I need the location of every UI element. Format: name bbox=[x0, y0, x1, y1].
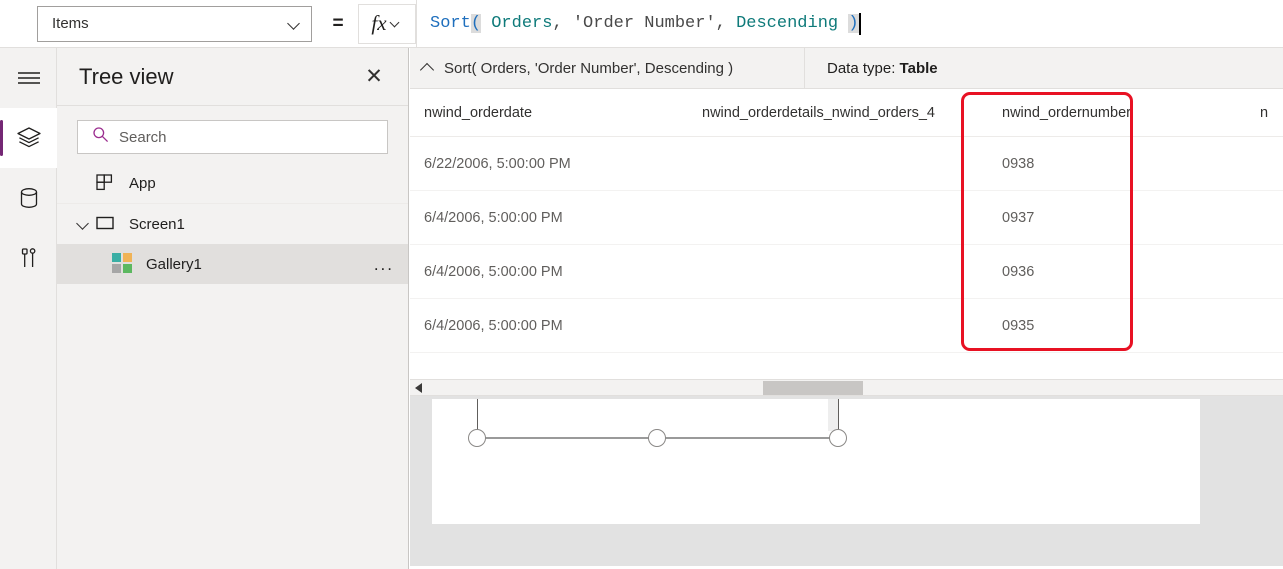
formula-token-6: , bbox=[715, 14, 737, 33]
result-table: nwind_orderdate nwind_orderdetails_nwind_… bbox=[410, 89, 1283, 379]
selection-guide-right bbox=[838, 399, 839, 431]
search-placeholder: Search bbox=[119, 128, 167, 146]
result-pane: Sort( Orders, 'Order Number', Descending… bbox=[410, 47, 1283, 569]
tree-item-label: Gallery1 bbox=[146, 255, 202, 273]
formula-token-3: Orders bbox=[491, 14, 553, 33]
property-selector[interactable]: Items bbox=[37, 5, 312, 42]
scrollbar-thumb[interactable] bbox=[763, 381, 863, 395]
search-container: Search bbox=[57, 106, 408, 164]
page-title: Tree view bbox=[79, 63, 174, 89]
insert-tools-icon bbox=[18, 246, 40, 270]
tree-item-gallery1[interactable]: Gallery1 ... bbox=[57, 244, 408, 284]
app-grid-icon bbox=[95, 173, 117, 195]
table-row[interactable]: 6/4/2006, 5:00:00 PM 0935 bbox=[410, 299, 1283, 353]
chevron-down-icon bbox=[391, 18, 403, 30]
tree-view-panel: Tree view ✕ Search App Screen1 Gallery1 … bbox=[57, 48, 409, 569]
table-cell: 6/4/2006, 5:00:00 PM bbox=[424, 317, 563, 334]
formula-token-8 bbox=[838, 14, 848, 33]
text-caret bbox=[858, 12, 861, 35]
left-icon-rail bbox=[0, 48, 57, 569]
formula-token-4: , bbox=[552, 14, 573, 33]
equals-sign: = bbox=[332, 12, 344, 34]
tree-item-screen1[interactable]: Screen1 bbox=[57, 204, 408, 244]
column-header[interactable]: nwind_orderdetails_nwind_orders_4 bbox=[702, 105, 980, 121]
tree-item-label: Screen1 bbox=[129, 215, 185, 233]
table-header-row: nwind_orderdate nwind_orderdetails_nwind_… bbox=[410, 89, 1283, 137]
formula-token-1: ( bbox=[470, 14, 482, 33]
function-icon: fx bbox=[371, 11, 387, 35]
table-cell: 6/22/2006, 5:00:00 PM bbox=[424, 155, 571, 172]
table-cell: 0936 bbox=[1002, 263, 1035, 280]
formula-text: Sort( Orders, 'Order Number', Descending… bbox=[430, 14, 859, 33]
search-icon bbox=[92, 126, 109, 148]
table-cell: 6/4/2006, 5:00:00 PM bbox=[424, 209, 563, 226]
hamburger-menu-icon bbox=[17, 70, 41, 86]
data-sources-icon bbox=[18, 186, 40, 210]
table-cell: 0938 bbox=[1002, 155, 1035, 172]
formula-token-2 bbox=[481, 14, 491, 33]
scroll-left-arrow-icon[interactable] bbox=[415, 383, 422, 393]
tree-item-overflow-button[interactable]: ... bbox=[374, 256, 394, 273]
fx-button[interactable]: fx bbox=[358, 3, 416, 44]
hamburger-menu-button[interactable] bbox=[0, 48, 57, 108]
sidebar-item-insert[interactable] bbox=[0, 228, 57, 288]
data-type-label: Data type: Table bbox=[805, 60, 938, 77]
table-cell: 0935 bbox=[1002, 317, 1035, 334]
selection-guide-left bbox=[477, 399, 478, 431]
table-row[interactable]: 6/4/2006, 5:00:00 PM 0937 bbox=[410, 191, 1283, 245]
column-header[interactable]: nwind_ordernumber bbox=[980, 105, 1260, 121]
data-type-value: Table bbox=[899, 59, 938, 77]
tree-item-label: App bbox=[129, 175, 156, 192]
resize-handle-left[interactable] bbox=[468, 429, 486, 447]
result-summary-bar: Sort( Orders, 'Order Number', Descending… bbox=[410, 47, 1283, 89]
result-formula-text: Sort( Orders, 'Order Number', Descending… bbox=[444, 59, 734, 77]
formula-bar: Items = fx Sort( Orders, 'Order Number',… bbox=[0, 0, 1283, 48]
close-icon[interactable]: ✕ bbox=[360, 63, 388, 91]
gallery-icon bbox=[112, 253, 134, 275]
search-input[interactable]: Search bbox=[77, 120, 388, 154]
tree-item-app[interactable]: App bbox=[57, 164, 408, 204]
gallery-scroll-shade bbox=[828, 399, 838, 431]
formula-token-5: 'Order Number' bbox=[572, 14, 716, 33]
app-canvas[interactable] bbox=[410, 396, 1283, 566]
chevron-up-icon[interactable] bbox=[410, 48, 444, 89]
property-selector-value: Items bbox=[52, 15, 89, 32]
sidebar-item-data[interactable] bbox=[0, 168, 57, 228]
table-row[interactable]: 6/22/2006, 5:00:00 PM 0938 bbox=[410, 137, 1283, 191]
formula-token-7: Descending bbox=[736, 14, 839, 33]
table-row[interactable]: 6/4/2006, 5:00:00 PM 0936 bbox=[410, 245, 1283, 299]
table-cell: 0937 bbox=[1002, 209, 1035, 226]
formula-token-0: Sort bbox=[430, 14, 471, 33]
horizontal-scrollbar[interactable] bbox=[410, 379, 1283, 396]
chevron-down-icon[interactable] bbox=[73, 213, 95, 235]
column-header[interactable]: nwind_orderdate bbox=[410, 105, 702, 121]
app-screen-surface[interactable] bbox=[432, 399, 1200, 524]
tree-view-header: Tree view ✕ bbox=[57, 48, 408, 106]
formula-token-9: ) bbox=[848, 14, 859, 33]
chevron-down-icon bbox=[289, 18, 301, 30]
sidebar-item-tree-view[interactable] bbox=[0, 108, 57, 168]
formula-input[interactable]: Sort( Orders, 'Order Number', Descending… bbox=[416, 0, 1283, 48]
tree-view-layers-icon bbox=[16, 126, 42, 150]
screen-rect-icon bbox=[95, 213, 117, 235]
column-header[interactable]: n bbox=[1260, 105, 1283, 121]
data-type-prefix: Data type: bbox=[827, 59, 896, 77]
resize-handle-center[interactable] bbox=[648, 429, 666, 447]
resize-handle-right[interactable] bbox=[829, 429, 847, 447]
table-cell: 6/4/2006, 5:00:00 PM bbox=[424, 263, 563, 280]
powerapps-studio: Items = fx Sort( Orders, 'Order Number',… bbox=[0, 0, 1283, 569]
